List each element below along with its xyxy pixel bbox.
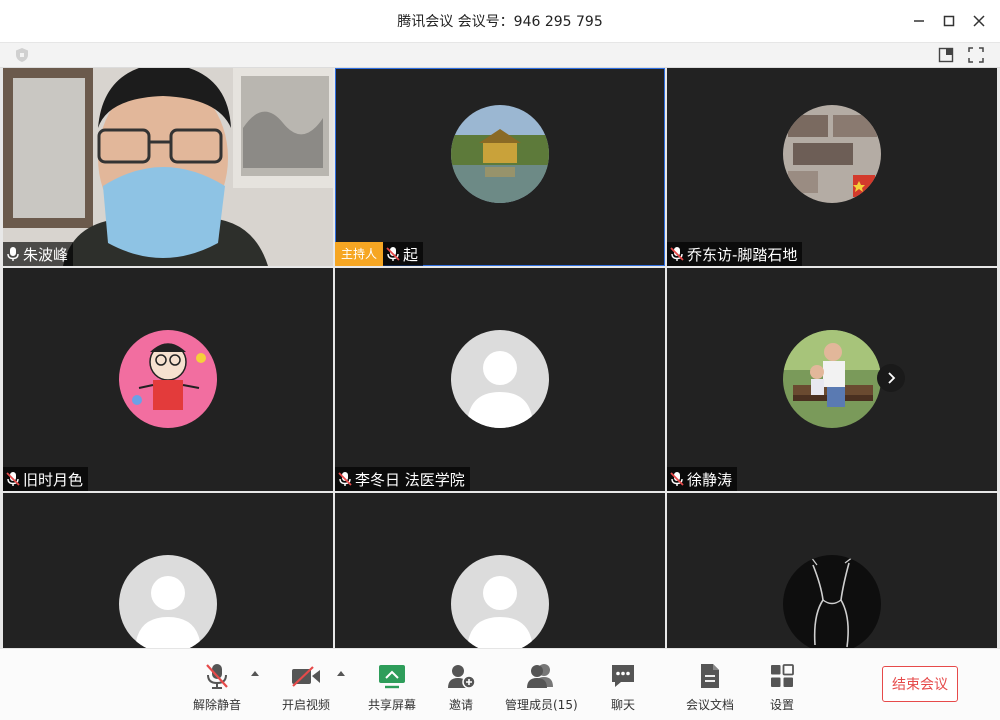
- layout-icon: [938, 47, 954, 63]
- meeting-toolbar: 解除静音 开启视频 共享屏幕 邀请 管理成员(15) 聊天 会议文档 设置 结束…: [0, 648, 1000, 720]
- participant-tile[interactable]: 李冬日 法医学院: [335, 268, 665, 491]
- fullscreen-button[interactable]: [966, 46, 986, 64]
- title-bar: 腾讯会议 会议号：946 295 795: [0, 0, 1000, 43]
- participant-tile[interactable]: 乔东访-脚踏石地: [667, 68, 997, 266]
- muted-microphone-icon: [670, 247, 684, 261]
- muted-microphone-icon: [670, 472, 684, 486]
- participant-nametag: 李冬日 法医学院: [335, 467, 470, 491]
- participant-nametag: 徐静涛: [667, 467, 738, 491]
- share-screen-icon: [379, 665, 405, 689]
- participant-name: 李冬日 法医学院: [355, 470, 465, 489]
- shield-icon[interactable]: [14, 47, 30, 63]
- minimize-button[interactable]: [904, 8, 934, 34]
- window-controls: [904, 8, 994, 34]
- chat-icon: [612, 665, 634, 687]
- invite-label: 邀请: [448, 698, 473, 712]
- participant-nametag: 朱波峰: [3, 242, 74, 266]
- participant-tile[interactable]: [667, 493, 997, 648]
- avatar: [451, 330, 549, 428]
- settings-button[interactable]: 设置: [765, 661, 799, 713]
- unmute-button[interactable]: 解除静音: [193, 661, 241, 713]
- grid-settings-icon: [771, 664, 794, 687]
- participant-tile[interactable]: [3, 493, 333, 648]
- meeting-docs-label: 会议文档: [686, 698, 735, 712]
- default-user-avatar: [119, 555, 217, 648]
- participant-tile[interactable]: 朱波峰: [3, 68, 333, 266]
- family-photo-avatar: [783, 330, 881, 428]
- participant-nametag: 旧时月色: [3, 467, 89, 491]
- avatar: [451, 105, 549, 203]
- invite-button[interactable]: 邀请: [444, 661, 478, 713]
- start-video-label: 开启视频: [282, 698, 331, 712]
- video-options-caret[interactable]: [336, 669, 346, 677]
- document-icon: [701, 664, 719, 688]
- chat-button[interactable]: 聊天: [606, 661, 640, 713]
- chat-label: 聊天: [610, 698, 635, 712]
- layout-toggle-button[interactable]: [936, 46, 956, 64]
- microphone-icon: [7, 247, 19, 261]
- camera-video-feed: [3, 68, 333, 266]
- manage-members-label: 管理成员(15): [505, 698, 578, 712]
- participant-tile[interactable]: 旧时月色: [3, 268, 333, 491]
- meeting-docs-button[interactable]: 会议文档: [686, 661, 734, 713]
- participant-name: 旧时月色: [23, 470, 84, 489]
- chevron-right-icon: [888, 372, 896, 384]
- default-user-avatar: [451, 330, 549, 428]
- window-title: 腾讯会议 会议号：946 295 795: [397, 14, 603, 30]
- avatar: [119, 555, 217, 648]
- avatar: [783, 555, 881, 648]
- unmute-label: 解除静音: [193, 698, 242, 712]
- participant-name: 徐静涛: [687, 470, 733, 489]
- participant-nametag: 乔东访-脚踏石地: [667, 242, 803, 266]
- participant-name: 乔东访-脚踏石地: [687, 245, 798, 264]
- participant-name: 起: [403, 245, 419, 264]
- video-off-icon: [292, 666, 320, 687]
- avatar: [783, 105, 881, 203]
- audio-options-caret[interactable]: [250, 669, 260, 677]
- sketch-figure-avatar: [783, 555, 881, 648]
- participant-tile[interactable]: [335, 493, 665, 648]
- avatar: [783, 330, 881, 428]
- secondary-bar: [0, 43, 1000, 68]
- manage-members-button[interactable]: 管理成员(15): [505, 661, 578, 713]
- muted-microphone-icon: [386, 247, 400, 261]
- minimize-icon: [914, 20, 924, 22]
- close-icon: [973, 15, 985, 27]
- host-badge: 主持人: [335, 242, 384, 266]
- muted-microphone-icon: [6, 472, 20, 486]
- maximize-icon: [943, 15, 955, 27]
- participant-nametag: 主持人 起: [335, 242, 424, 266]
- brick-wall-avatar: [783, 105, 881, 203]
- participant-tile[interactable]: 徐静涛: [667, 268, 997, 491]
- fullscreen-icon: [968, 47, 984, 63]
- temple-photo-avatar: [451, 105, 549, 203]
- start-video-button[interactable]: 开启视频: [282, 661, 330, 713]
- participant-tile[interactable]: 主持人 起: [335, 68, 665, 266]
- cartoon-drawing-avatar: [119, 330, 217, 428]
- muted-microphone-icon: [206, 664, 228, 689]
- muted-microphone-icon: [338, 472, 352, 486]
- avatar: [119, 330, 217, 428]
- end-meeting-button[interactable]: 结束会议: [882, 666, 958, 702]
- invite-user-icon: [448, 665, 476, 689]
- default-user-avatar: [451, 555, 549, 648]
- next-page-button[interactable]: [877, 364, 905, 392]
- settings-label: 设置: [769, 698, 794, 712]
- avatar: [451, 555, 549, 648]
- video-grid: 朱波峰 主持人 起 乔东访-脚踏石地 旧时月色 李冬日 法医学院 徐静涛: [0, 68, 1000, 648]
- members-icon: [527, 664, 554, 688]
- share-screen-button[interactable]: 共享屏幕: [368, 661, 416, 713]
- maximize-button[interactable]: [934, 8, 964, 34]
- participant-name: 朱波峰: [23, 245, 69, 264]
- close-button[interactable]: [964, 8, 994, 34]
- share-screen-label: 共享屏幕: [368, 698, 417, 712]
